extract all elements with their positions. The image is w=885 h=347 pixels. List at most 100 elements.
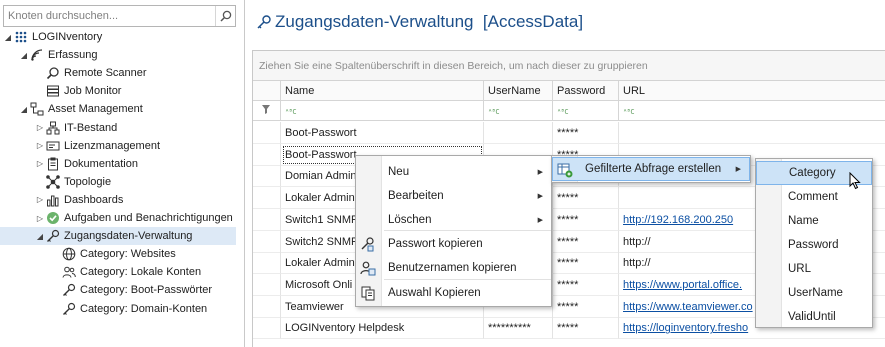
menu-item-passwort-kopieren[interactable]: Passwort kopieren: [356, 232, 551, 256]
submenu-arrow-icon: ▶: [537, 217, 543, 224]
tree-node-cat-websites[interactable]: Category: Websites: [51, 245, 176, 263]
expand-arrow-icon[interactable]: ▷: [35, 159, 45, 168]
license-icon: [45, 138, 61, 154]
menu-item-bearbeiten[interactable]: Bearbeiten ▶: [356, 184, 551, 208]
check-circle-icon: [45, 210, 61, 226]
grid-dots-icon: [13, 29, 29, 45]
tree-node-it-bestand[interactable]: ▷ IT-Bestand: [35, 119, 117, 137]
cell-password[interactable]: *****: [553, 273, 619, 296]
filtered-query-icon: [557, 162, 573, 178]
field-menu-item-validuntil[interactable]: ValidUntil: [756, 305, 872, 329]
cell-password[interactable]: *****: [553, 208, 619, 231]
menu-item-auswahl-kopieren[interactable]: Auswahl Kopieren: [356, 281, 551, 305]
tree-node-label: Aufgaben und Benachrichtigungen: [64, 212, 233, 224]
row-indicator[interactable]: [253, 252, 281, 275]
menu-item-neu[interactable]: Neu ▶: [356, 160, 551, 184]
filter-cell-password[interactable]: ᴬᴮC: [553, 101, 619, 121]
menu-item-löschen[interactable]: Löschen ▶: [356, 208, 551, 232]
navigation-tree-panel: ◢LOGINventory◢Erfassung Remote Scanner Job…: [0, 0, 245, 347]
collapse-arrow-icon[interactable]: ◢: [35, 232, 45, 241]
group-panel[interactable]: Ziehen Sie eine Spaltenüberschrift in di…: [253, 51, 885, 81]
search-icon[interactable]: [215, 6, 235, 26]
cell-name[interactable]: LOGINventory Helpdesk: [281, 317, 484, 340]
search-box: [3, 5, 236, 27]
column-header-username[interactable]: UserName: [484, 81, 553, 101]
cell-password[interactable]: *****: [553, 295, 619, 318]
wifi-signal-icon: [29, 47, 45, 63]
tree-node-lizenzmanagement[interactable]: ▷ Lizenzmanagement: [35, 137, 160, 155]
menu-item-label: URL: [788, 263, 812, 275]
mouse-cursor-icon: [849, 171, 862, 193]
row-indicator[interactable]: [253, 143, 281, 166]
submenu-arrow-icon: ▶: [735, 166, 741, 173]
tree-node-aufgaben[interactable]: ▷ Aufgaben und Benachrichtigungen: [35, 209, 233, 227]
page-title-text: Zugangsdaten-Verwaltung [AccessData]: [275, 12, 584, 31]
column-header-password[interactable]: Password: [553, 81, 619, 101]
tree-node-zugangsdaten[interactable]: ◢ Zugangsdaten-Verwaltung: [0, 227, 236, 246]
menu-item-label: Gefilterte Abfrage erstellen: [585, 163, 722, 175]
menu-separator: [384, 230, 551, 231]
cell-name[interactable]: Boot-Passwort: [281, 122, 484, 144]
field-menu-item-password[interactable]: Password: [756, 233, 872, 257]
tree-node-dokumentation[interactable]: ▷ Dokumentation: [35, 155, 138, 173]
column-header-name[interactable]: Name: [281, 81, 484, 101]
filter-cell-username[interactable]: ᴬᴮC: [484, 101, 553, 121]
menu-item-label: Password: [788, 239, 839, 251]
row-indicator[interactable]: [253, 317, 281, 340]
tree-node-job-monitor[interactable]: Job Monitor: [35, 82, 121, 100]
tree-node-remote-scanner[interactable]: Remote Scanner: [35, 64, 147, 82]
menu-item-label: Bearbeiten: [388, 190, 444, 202]
tree-node-erfassung[interactable]: ◢ Erfassung: [19, 46, 98, 64]
tree-node-label: Job Monitor: [64, 85, 122, 98]
collapse-arrow-icon[interactable]: ◢: [19, 51, 29, 60]
tree-node-label: Category: Boot-Passwörter: [80, 284, 213, 297]
column-header-url[interactable]: URL: [619, 81, 885, 101]
cell-password[interactable]: *****: [553, 187, 619, 210]
collapse-arrow-icon[interactable]: ◢: [19, 105, 29, 114]
key-icon: [45, 228, 61, 244]
tree-node-cat-domain[interactable]: Category: Domain-Konten: [51, 300, 207, 318]
cell-username[interactable]: [484, 122, 553, 144]
tree-node-cat-boot[interactable]: Category: Boot-Passwörter: [51, 281, 212, 299]
cell-url[interactable]: [619, 122, 885, 144]
menu-item-gefilterte-abfrage[interactable]: Gefilterte Abfrage erstellen ▶: [552, 157, 750, 181]
tree-node-asset-management[interactable]: ◢ Asset Management: [19, 100, 143, 118]
field-menu-item-name[interactable]: Name: [756, 209, 872, 233]
expand-arrow-icon[interactable]: ▷: [35, 141, 45, 150]
tree-node-topologie[interactable]: Topologie: [35, 173, 111, 191]
filter-cell-url[interactable]: ᴬᴮC: [619, 101, 885, 121]
row-indicator[interactable]: [253, 122, 281, 144]
tree-node-label: Category: Domain-Konten: [80, 302, 208, 315]
menu-item-benutzernamen-kopieren[interactable]: Benutzernamen kopieren: [356, 256, 551, 280]
expand-arrow-icon[interactable]: ▷: [35, 123, 45, 132]
users-icon: [61, 264, 77, 280]
expand-arrow-icon[interactable]: ▷: [35, 195, 45, 204]
submenu-neu: Gefilterte Abfrage erstellen ▶: [551, 155, 751, 183]
tree-node-dashboards[interactable]: ▷ Dashboards: [35, 191, 123, 209]
server-icon: [45, 83, 61, 99]
cell-username[interactable]: **********: [484, 317, 553, 340]
field-menu-item-url[interactable]: URL: [756, 257, 872, 281]
row-indicator[interactable]: [253, 230, 281, 253]
tree-node-cat-lokale[interactable]: Category: Lokale Konten: [51, 263, 201, 281]
cell-password[interactable]: *****: [553, 252, 619, 275]
tree-node-root[interactable]: ◢ LOGINventory: [3, 28, 102, 46]
collapse-arrow-icon[interactable]: ◢: [3, 33, 13, 42]
cell-password[interactable]: *****: [553, 317, 619, 340]
cell-password[interactable]: *****: [553, 230, 619, 253]
filter-icon[interactable]: [253, 101, 281, 121]
cell-password[interactable]: *****: [553, 122, 619, 144]
hierarchy-icon: [29, 101, 45, 117]
search-input[interactable]: [4, 6, 214, 26]
row-indicator[interactable]: [253, 208, 281, 231]
row-indicator-header: [253, 81, 281, 101]
field-menu-item-username[interactable]: UserName: [756, 281, 872, 305]
filter-cell-name[interactable]: ᴬᴮC: [281, 101, 484, 121]
row-indicator[interactable]: [253, 273, 281, 296]
row-indicator[interactable]: [253, 295, 281, 318]
row-indicator[interactable]: [253, 187, 281, 210]
menu-item-label: Löschen: [388, 214, 432, 226]
row-indicator[interactable]: [253, 165, 281, 188]
expand-arrow-icon[interactable]: ▷: [35, 214, 45, 223]
tree-node-label: Remote Scanner: [64, 67, 147, 80]
